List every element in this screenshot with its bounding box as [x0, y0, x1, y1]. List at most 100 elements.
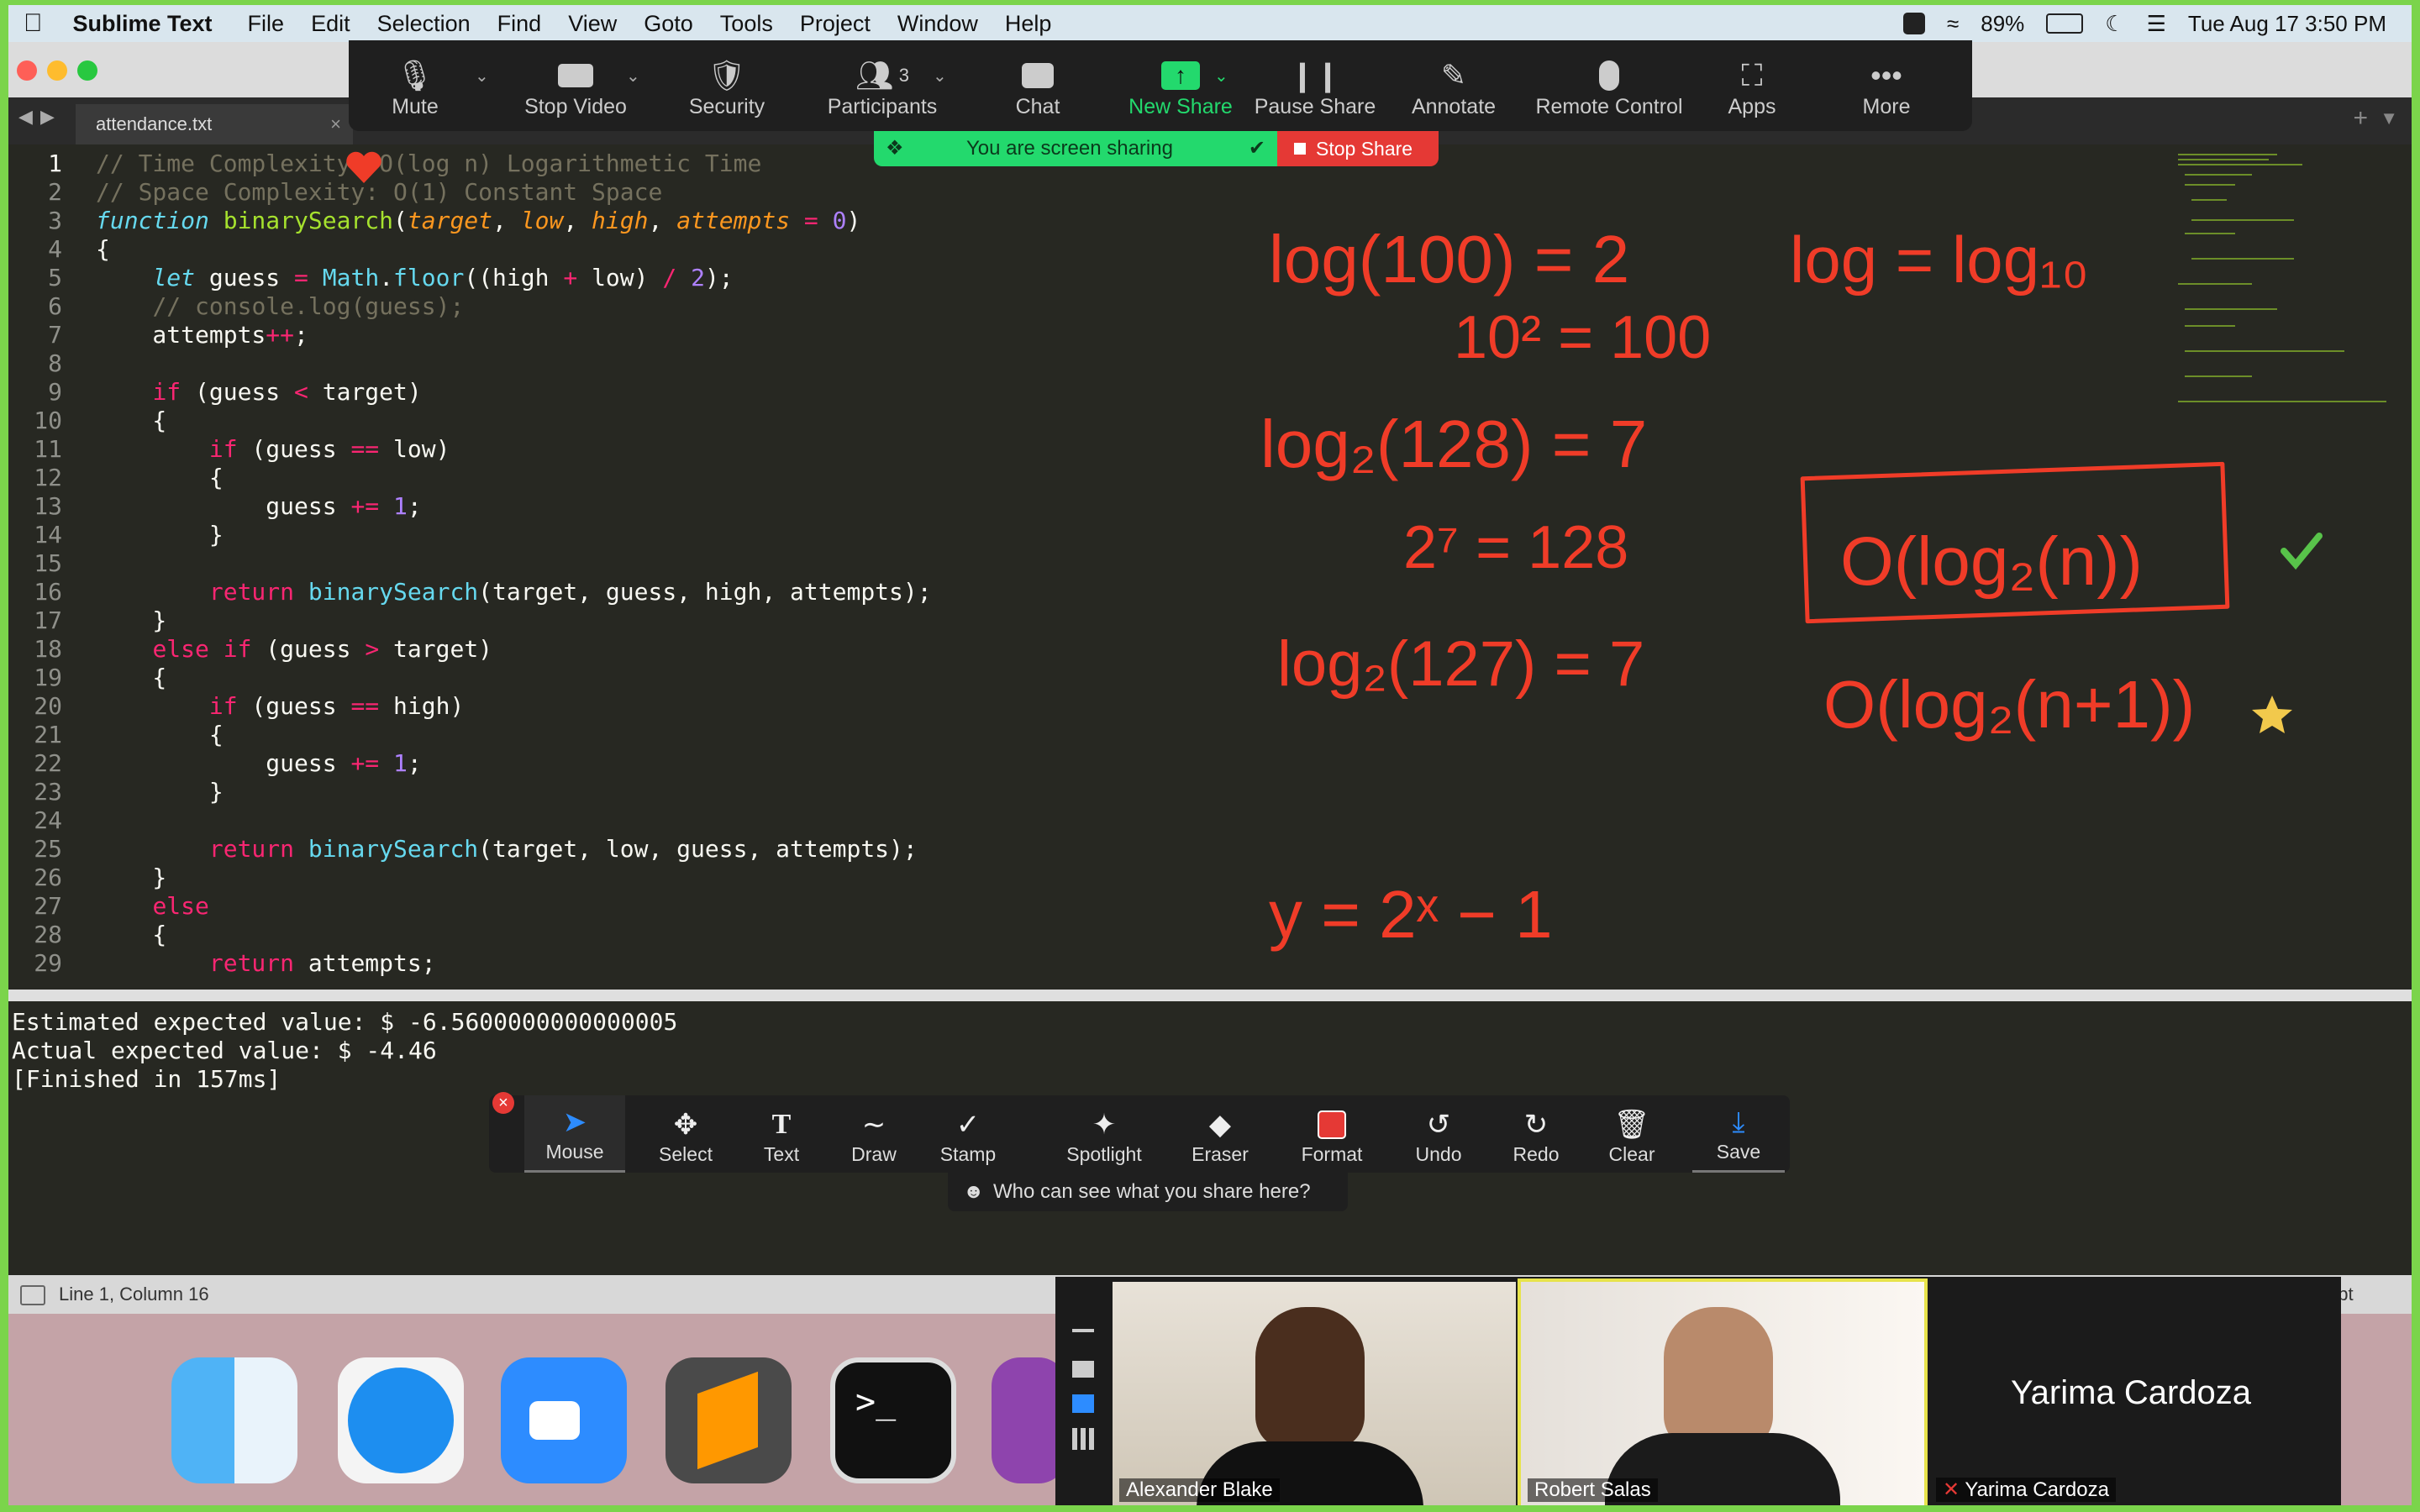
chat-button[interactable]: Chat	[996, 40, 1080, 131]
participant-name: Alexander Blake	[1119, 1478, 1280, 1502]
remote-control-button[interactable]: Remote Control	[1525, 40, 1693, 131]
handwriting-10squared: 10² = 100	[1454, 304, 1711, 371]
tool-format[interactable]: Format	[1286, 1095, 1378, 1173]
audio-options-chevron-icon[interactable]: ⌄	[475, 66, 489, 87]
tool-eraser-label: Eraser	[1192, 1143, 1249, 1165]
check-stamp-icon: ✓	[955, 1109, 981, 1141]
tool-redo-label: Redo	[1512, 1143, 1560, 1165]
participant-center-name: Yarima Cardoza	[2010, 1374, 2252, 1411]
squiggle-icon: ∼	[861, 1109, 886, 1141]
tool-mouse[interactable]: ➤ Mouse	[524, 1095, 625, 1173]
safari-dock-icon[interactable]	[338, 1357, 464, 1483]
zoom-dock-icon[interactable]	[501, 1357, 627, 1483]
participant-video-alexander[interactable]: Alexander Blake	[1113, 1282, 1516, 1505]
handwriting-log2-128: log₂(128) = 7	[1260, 407, 1647, 481]
shared-screen:  Sublime Text File Edit Selection Find …	[8, 5, 2412, 1505]
stop-video-button[interactable]: Stop Video	[508, 40, 643, 131]
terminal-dock-icon[interactable]: >_	[830, 1357, 956, 1483]
annotate-button[interactable]: ✎ Annotate	[1399, 40, 1508, 131]
participant-video-yarima[interactable]: Yarima Cardoza ✕ Yarima Cardoza	[1929, 1282, 2333, 1505]
pause-share-label: Pause Share	[1254, 95, 1376, 118]
apps-button[interactable]: ⛶ Apps	[1710, 40, 1794, 131]
security-label: Security	[688, 95, 765, 118]
chat-label: Chat	[1015, 95, 1060, 118]
participant-video-robert[interactable]: Robert Salas	[1518, 1278, 1928, 1505]
console-line: [Finished in 157ms]	[12, 1065, 281, 1093]
stop-video-label: Stop Video	[524, 95, 627, 118]
video-camera-icon	[558, 56, 593, 95]
microphone-icon: 🎙︎	[396, 58, 434, 92]
stop-share-button[interactable]: Stop Share	[1277, 131, 1439, 166]
tool-mouse-label: Mouse	[545, 1141, 604, 1163]
mouse-icon	[1599, 56, 1619, 95]
tool-format-label: Format	[1301, 1143, 1363, 1165]
sublime-dock-icon[interactable]	[666, 1357, 792, 1483]
tool-spotlight-label: Spotlight	[1066, 1143, 1142, 1165]
participant-avatar	[1664, 1307, 1773, 1450]
remote-control-label: Remote Control	[1535, 95, 1683, 118]
apps-label: Apps	[1728, 95, 1776, 118]
more-button[interactable]: ••• More	[1844, 40, 1928, 131]
trash-icon: 🗑︎	[1613, 1109, 1650, 1141]
screen-sharing-indicator[interactable]: ❖ You are screen sharing ✔	[874, 131, 1277, 166]
muted-mic-icon: ✕	[1943, 1478, 1960, 1501]
video-options-chevron-icon[interactable]: ⌄	[626, 66, 640, 87]
participants-chevron-icon[interactable]: ⌄	[933, 66, 947, 87]
stop-square-icon	[1294, 143, 1306, 155]
handwriting-big-o-log2n: O(log₂(n))	[1840, 523, 2143, 600]
tool-text[interactable]: T Text	[748, 1095, 815, 1173]
tool-stamp-label: Stamp	[939, 1143, 997, 1165]
close-annotation-icon[interactable]: ×	[492, 1092, 514, 1114]
tool-redo[interactable]: ↻ Redo	[1494, 1095, 1578, 1173]
strip-view-icon[interactable]	[1072, 1394, 1094, 1413]
tool-eraser[interactable]: ◆ Eraser	[1178, 1095, 1262, 1173]
pause-icon: ❙❙	[1289, 58, 1341, 92]
checkmark-stamp-icon	[2281, 533, 2323, 570]
console-line: Estimated expected value: $ -6.560000000…	[12, 1008, 678, 1036]
new-share-button[interactable]: ↑ New Share	[1105, 40, 1256, 131]
verified-shield-icon: ✔	[1248, 137, 1265, 160]
finder-dock-icon[interactable]	[171, 1357, 297, 1483]
tool-undo[interactable]: ↺ Undo	[1397, 1095, 1481, 1173]
participants-icon: 👥︎ 3	[855, 58, 909, 92]
magic-wand-icon: ✦	[1092, 1109, 1117, 1141]
star-stamp-icon	[2252, 696, 2292, 733]
minimize-panel-icon[interactable]	[1072, 1329, 1094, 1332]
text-t-icon: T	[771, 1109, 792, 1140]
tool-draw-label: Draw	[851, 1143, 897, 1165]
tool-select[interactable]: ✥ Select	[644, 1095, 728, 1173]
tool-stamp[interactable]: ✓ Stamp	[926, 1095, 1010, 1173]
tool-draw[interactable]: ∼ Draw	[840, 1095, 908, 1173]
zoom-meeting-toolbar: 🎙︎ Mute ⌄ Stop Video ⌄ 🛡︎ Security 👥︎ 3 P…	[349, 40, 1972, 131]
participant-name: ✕ Yarima Cardoza	[1936, 1478, 2116, 1502]
save-download-icon: ⤓	[1732, 1105, 1745, 1138]
move-arrows-icon: ✥	[673, 1109, 698, 1141]
speaker-view-icon[interactable]	[1072, 1361, 1094, 1378]
mute-button[interactable]: 🎙︎ Mute	[369, 40, 461, 131]
tool-clear[interactable]: 🗑︎ Clear	[1590, 1095, 1674, 1173]
panel-toggle-icon[interactable]	[20, 1285, 45, 1305]
more-label: More	[1862, 95, 1911, 118]
participant-name: Robert Salas	[1528, 1478, 1658, 1502]
stop-share-label: Stop Share	[1316, 138, 1413, 160]
handwriting-log100: log(100) = 2	[1269, 222, 1629, 297]
cursor-arrow-icon: ➤	[562, 1106, 587, 1138]
tool-text-label: Text	[763, 1143, 800, 1165]
participants-count: 3	[898, 65, 909, 86]
handwriting-2to7: 2⁷ = 128	[1403, 514, 1628, 581]
undo-icon: ↺	[1426, 1109, 1451, 1141]
participants-label: Participants	[827, 95, 938, 118]
tool-spotlight[interactable]: ✦ Spotlight	[1054, 1095, 1155, 1173]
new-share-label: New Share	[1128, 95, 1233, 118]
pause-share-button[interactable]: ❙❙ Pause Share	[1248, 40, 1382, 131]
video-panel-controls	[1055, 1277, 1111, 1505]
tool-save[interactable]: ⤓ Save	[1692, 1095, 1785, 1173]
security-button[interactable]: 🛡︎ Security	[672, 40, 781, 131]
chat-bubble-icon	[1022, 56, 1054, 95]
handwriting-log-base10: log = log₁₀	[1790, 223, 2089, 297]
who-can-see-link[interactable]: ☻ Who can see what you share here?	[948, 1173, 1348, 1211]
share-options-chevron-icon[interactable]: ⌄	[1214, 66, 1228, 87]
gallery-view-icon[interactable]	[1072, 1428, 1094, 1450]
tool-undo-label: Undo	[1415, 1143, 1462, 1165]
who-can-see-text: Who can see what you share here?	[993, 1180, 1311, 1203]
